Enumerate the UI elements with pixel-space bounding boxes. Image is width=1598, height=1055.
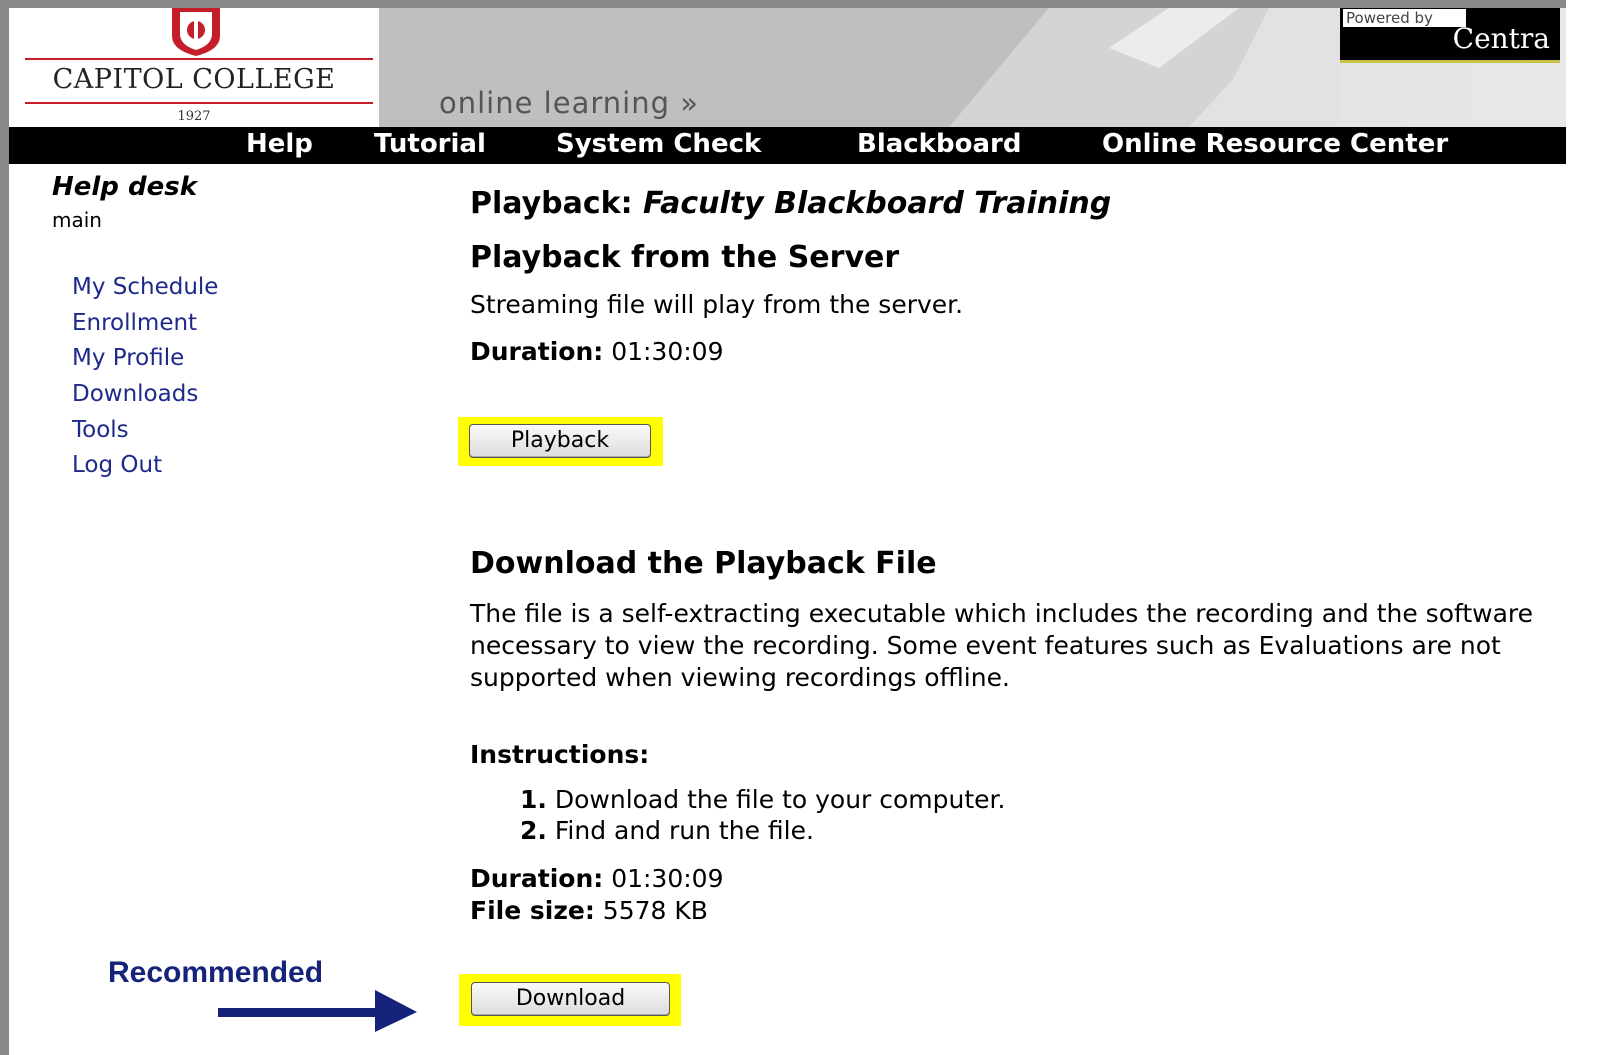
file-size-value: 5578 KB [594,896,708,925]
page-title-session-name: Faculty Blackboard Training [643,186,1112,221]
sidebar-subtitle: main [52,208,102,232]
playback-button[interactable]: Playback [469,424,651,458]
arrow-right-icon [218,990,417,1032]
server-duration: Duration: 01:30:09 [470,337,723,366]
instruction-step-2: 2. Find and run the file. [520,816,814,845]
page-title-prefix: Playback: [470,186,644,221]
recommended-annotation: Recommended [108,956,324,989]
page-title: Playback: Faculty Blackboard Training [470,186,1111,221]
nav-item-online-resource-center[interactable]: Online Resource Center [1102,129,1448,159]
site-header: CAPITOL COLLEGE 1927 online learning » P… [9,8,1566,127]
server-playback-heading: Playback from the Server [470,240,900,275]
server-duration-label: Duration: [470,337,604,366]
powered-by-brand: Centra [1452,22,1550,55]
shield-icon [172,8,220,56]
powered-by-label: Powered by [1343,9,1466,27]
nav-item-tutorial[interactable]: Tutorial [374,129,486,159]
server-playback-description: Streaming file will play from the server… [470,290,964,319]
logo-text: CAPITOL COLLEGE [52,64,336,95]
sidebar-link-downloads[interactable]: Downloads [72,381,198,407]
window-frame-top [0,0,1568,8]
college-logo[interactable]: CAPITOL COLLEGE 1927 [9,8,379,127]
logo-rule-top [25,58,373,60]
nav-item-system-check[interactable]: System Check [556,129,761,159]
sidebar-link-my-profile[interactable]: My Profile [72,345,184,371]
download-duration-value: 01:30:09 [603,864,724,893]
logo-rule-bottom [25,102,373,104]
powered-by-badge[interactable]: Powered by Centra [1340,8,1560,63]
nav-item-help[interactable]: Help [246,129,313,159]
nav-item-blackboard[interactable]: Blackboard [857,129,1021,159]
download-button[interactable]: Download [471,982,670,1016]
step-text: Download the file to your computer. [546,785,1006,814]
logo-year: 1927 [177,109,211,124]
file-size: File size: 5578 KB [470,896,708,925]
top-nav-bar: Help Tutorial System Check Blackboard On… [9,127,1566,164]
sidebar-link-my-schedule[interactable]: My Schedule [72,274,218,300]
step-number: 2. [520,816,547,845]
instruction-step-1: 1. Download the file to your computer. [520,785,1006,814]
file-size-label: File size: [470,896,595,925]
step-number: 1. [520,785,547,814]
page-right-margin [1566,0,1598,1055]
step-text: Find and run the file. [546,816,814,845]
sidebar-link-log-out[interactable]: Log Out [72,452,162,478]
window-frame-left [0,0,9,1055]
sidebar-link-enrollment[interactable]: Enrollment [72,310,197,336]
server-duration-value: 01:30:09 [603,337,724,366]
sidebar-title: Help desk [52,172,197,202]
instructions-label: Instructions: [470,740,650,769]
download-duration: Duration: 01:30:09 [470,864,723,893]
download-description: The file is a self-extracting executable… [470,599,1534,692]
download-heading: Download the Playback File [470,546,937,581]
tagline: online learning » [439,86,699,120]
download-duration-label: Duration: [470,864,604,893]
sidebar-link-tools[interactable]: Tools [72,417,129,443]
